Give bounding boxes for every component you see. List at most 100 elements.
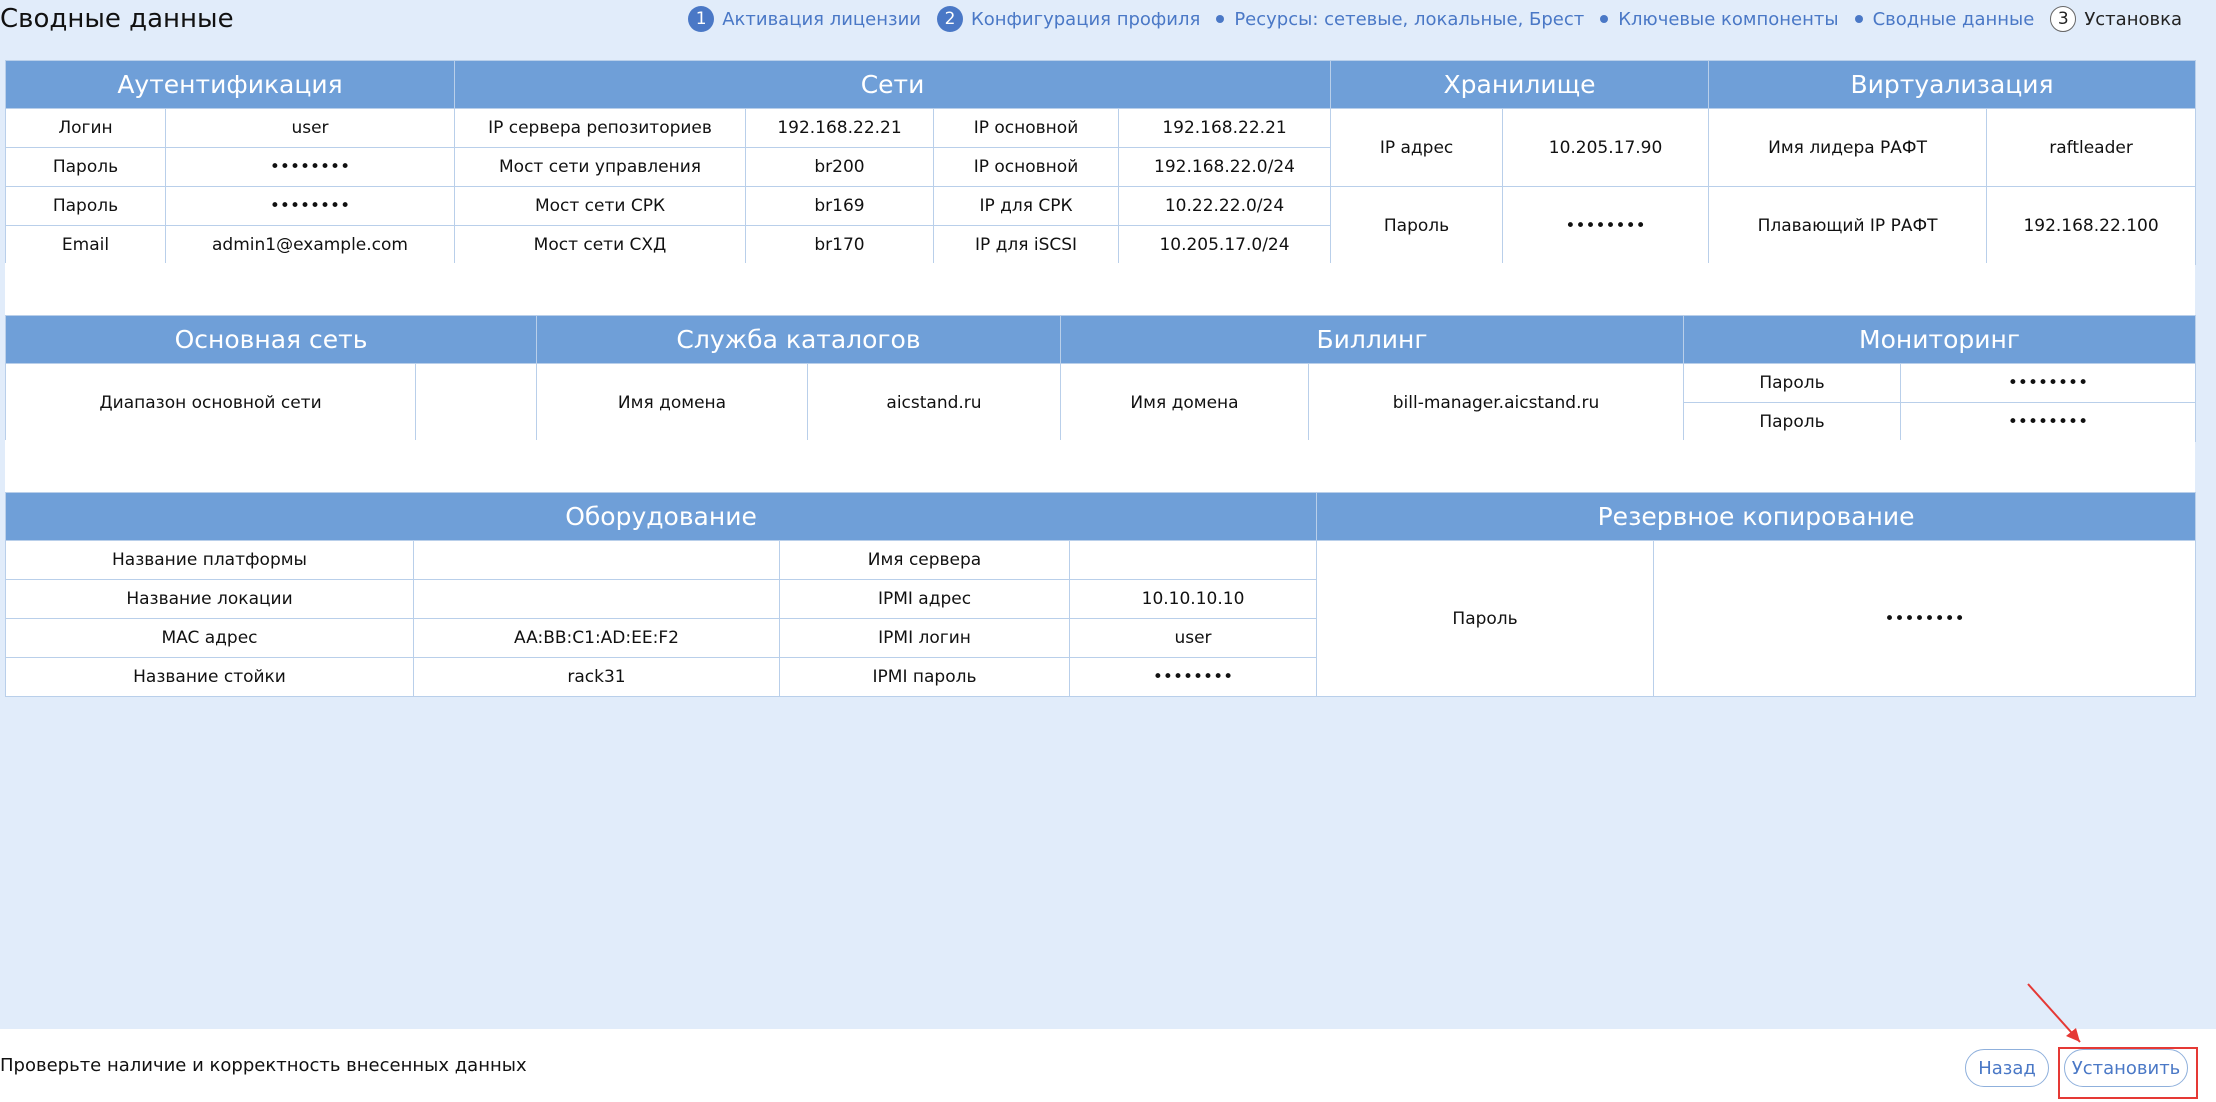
footer-bar: Проверьте наличие и корректность внесенн… [0,1029,2216,1102]
field-value: aicstand.ru [807,363,1061,442]
field-value: 10.22.22.0/24 [1117,186,1332,226]
field-value: 10.205.17.90 [1502,108,1710,187]
section-spacer [5,263,2195,315]
install-button-highlight [2058,1047,2198,1099]
field-label: IPMI логин [779,618,1070,658]
field-value: br200 [745,147,934,187]
field-value: •••••••• [1653,540,2197,697]
field-value: AA:BB:C1:AD:EE:F2 [413,618,780,658]
step-dot-icon [1216,15,1225,23]
field-label: Название платформы [5,540,414,580]
field-value: •••••••• [1502,186,1710,265]
field-value: •••••••• [1899,402,2197,442]
field-value [1068,540,1318,580]
field-value: 10.205.17.0/24 [1117,225,1332,265]
step-summary[interactable]: Сводные данные [1854,8,2035,30]
field-value [413,540,780,580]
field-value: 10.10.10.10 [1068,579,1318,619]
footer-message: Проверьте наличие и корректность внесенн… [0,1055,527,1076]
field-label: Имя лидера РАФТ [1708,108,1988,187]
field-value: bill-manager.aicstand.ru [1308,363,1684,442]
field-label: IP для iSCSI [933,225,1119,265]
section-title-networks: Сети [453,60,1332,109]
field-label: IPMI адрес [779,579,1070,619]
field-label: Мост сети СРК [454,186,746,226]
field-value [413,579,780,619]
field-value: user [165,108,455,148]
step-label: Конфигурация профиля [970,8,1201,30]
field-label: Имя домена [1060,363,1309,442]
step-resources[interactable]: Ресурсы: сетевые, локальные, Брест [1216,9,1584,30]
field-label: IPMI пароль [779,657,1070,697]
step-label: Установка [2084,8,2182,30]
field-value: 192.168.22.21 [745,108,934,148]
field-value: admin1@example.com [165,225,455,265]
field-label: Название локации [5,579,414,619]
wizard-steps: 1 Активация лицензии 2 Конфигурация проф… [672,6,2182,32]
step-label: Ключевые компоненты [1618,8,1839,30]
field-value [415,363,537,442]
step-number-badge: 1 [688,6,715,32]
field-label: MAC адрес [5,618,414,658]
field-label: IP основной [933,108,1119,148]
step-profile-config[interactable]: 2 Конфигурация профиля [936,6,1201,32]
field-value: raftleader [1986,108,2197,187]
field-label: Имя домена [536,363,808,442]
field-label: IP сервера репозиториев [454,108,746,148]
field-value: 192.168.22.100 [1986,186,2197,265]
section-title-backup: Резервное копирование [1316,492,2197,541]
step-number-badge: 2 [936,6,963,32]
step-dot-icon [1854,15,1863,23]
field-value: •••••••• [1068,657,1318,697]
section-title-virtualization: Виртуализация [1708,60,2197,109]
field-label: Пароль [5,147,166,187]
step-install: 3 Установка [2050,6,2182,32]
field-label: Плавающий IP РАФТ [1708,186,1988,265]
field-label: Мост сети СХД [454,225,746,265]
step-dot-icon [1600,15,1609,23]
field-value: •••••••• [165,186,455,226]
field-value: br169 [745,186,934,226]
field-label: Название стойки [5,657,414,697]
field-label: Пароль [1683,402,1901,442]
section-spacer [5,440,2195,492]
step-label: Ресурсы: сетевые, локальные, Брест [1234,8,1585,30]
field-label: Пароль [1316,540,1655,697]
summary-table-top: Аутентификация Сети Хранилище Виртуализа… [5,60,2197,265]
section-title-hardware: Оборудование [4,492,1318,541]
field-label: IP для СРК [933,186,1119,226]
field-value: rack31 [413,657,780,697]
summary-table-bottom: Оборудование Резервное копирование Назва… [4,492,2197,697]
field-value: br170 [745,225,934,265]
field-value: •••••••• [1899,363,2197,403]
field-label: Диапазон основной сети [5,363,416,442]
page-title: Сводные данные [0,4,234,34]
section-title-auth: Аутентификация [5,60,455,109]
field-value: user [1068,618,1318,658]
field-label: Логин [5,108,166,148]
field-label: Имя сервера [779,540,1070,580]
summary-table-middle: Основная сеть Служба каталогов Биллинг М… [5,315,2197,442]
field-label: IP адрес [1330,108,1504,187]
top-bar: Сводные данные 1 Активация лицензии 2 Ко… [0,0,2216,40]
section-title-storage: Хранилище [1330,60,1710,109]
step-key-components[interactable]: Ключевые компоненты [1600,8,1839,30]
step-label: Сводные данные [1872,8,2035,30]
pointer-arrow-icon [2027,983,2081,1043]
field-value: •••••••• [165,147,455,187]
step-number-badge: 3 [2050,6,2077,32]
field-label: Пароль [1330,186,1504,265]
section-title-billing: Биллинг [1060,315,1684,364]
step-label: Активация лицензии [722,8,921,30]
back-button[interactable]: Назад [1965,1049,2049,1087]
field-label: Пароль [5,186,166,226]
section-title-main-network: Основная сеть [5,315,537,364]
field-label: Мост сети управления [454,147,746,187]
field-label: Пароль [1683,363,1901,403]
field-value: 192.168.22.21 [1117,108,1332,148]
field-label: Email [5,225,166,265]
step-license-activation[interactable]: 1 Активация лицензии [688,6,921,32]
section-title-monitoring: Мониторинг [1682,315,2197,364]
section-title-catalog: Служба каталогов [536,315,1061,364]
field-value: 192.168.22.0/24 [1117,147,1332,187]
